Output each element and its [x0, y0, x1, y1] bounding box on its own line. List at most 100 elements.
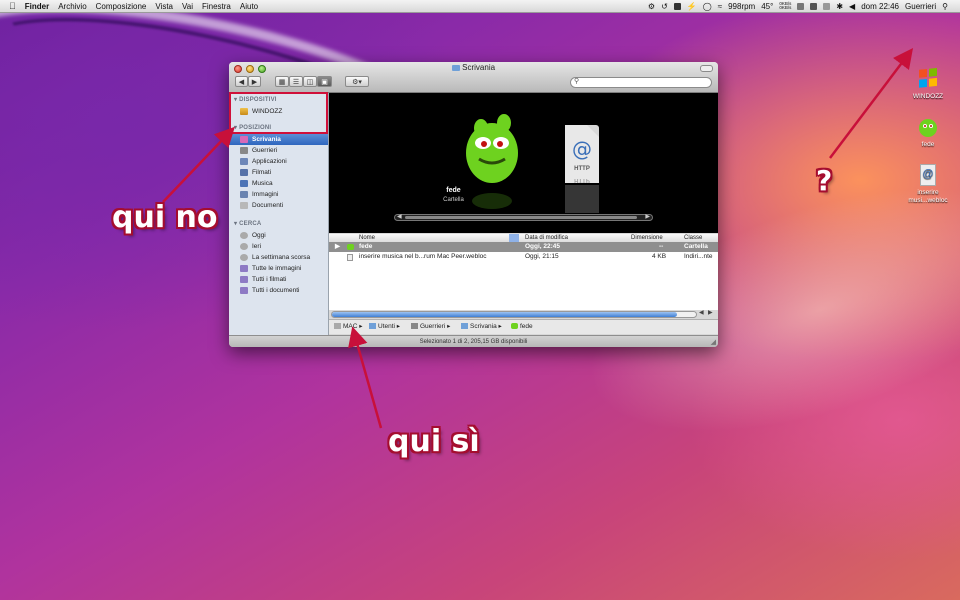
apple-menu-icon[interactable]: : [9, 1, 16, 11]
col-kind[interactable]: Classe: [684, 234, 702, 242]
search-field[interactable]: ⚲: [570, 77, 712, 88]
sidebar-item-applicazioni[interactable]: Applicazioni: [229, 156, 328, 167]
view-list-button[interactable]: ☰: [289, 76, 303, 87]
sidebar-header-search[interactable]: ▾ CERCA: [234, 220, 261, 227]
chat-bubble-icon[interactable]: ◯: [703, 2, 712, 11]
annotation-qui-si: qui sì: [388, 424, 480, 459]
back-button[interactable]: ◀: [235, 76, 248, 87]
spotlight-icon[interactable]: ⚲: [942, 2, 948, 11]
desktop-icon-webloc[interactable]: @ inserire musi...webloc: [903, 164, 953, 205]
desktop-icon-fede[interactable]: fede: [903, 116, 953, 148]
disclosure-triangle-icon[interactable]: ▾: [234, 221, 237, 227]
windows-logo-icon: [919, 68, 937, 88]
menu-archivio[interactable]: Archivio: [58, 2, 86, 11]
green-monster-icon: [919, 119, 937, 137]
row-date: Oggi, 21:15: [525, 253, 559, 260]
scroll-thumb[interactable]: [332, 312, 677, 317]
sidebar-item-label: Guerrieri: [252, 147, 278, 154]
sidebar-item-label: Scrivania: [252, 136, 281, 143]
sidebar-item-filmati[interactable]: Filmati: [229, 167, 328, 178]
sidebar-item-tutte-immagini[interactable]: Tutte le immagini: [229, 263, 328, 274]
menu-vista[interactable]: Vista: [155, 2, 173, 11]
webloc-glyph: @: [922, 168, 934, 180]
status-bar: Selezionato 1 di 2, 205,15 GB disponibil…: [229, 335, 718, 347]
menu-aiuto[interactable]: Aiuto: [240, 2, 258, 11]
volume-icon[interactable]: ◀: [849, 2, 855, 11]
row-name: inserire musica nel b...rum Mac Peer.web…: [359, 253, 487, 260]
action-menu-button[interactable]: ⚙▾: [345, 76, 369, 87]
status-icon[interactable]: [810, 2, 818, 10]
window-title: Scrivania: [462, 63, 496, 72]
sidebar-item-tutti-documenti[interactable]: Tutti i documenti: [229, 285, 328, 296]
view-columns-button[interactable]: ◫: [303, 76, 317, 87]
cover-flow-view[interactable]: @ fede Cartella HTTP HTTP ◀ ▶: [329, 93, 718, 233]
scroll-right-icon[interactable]: ▶: [708, 309, 713, 316]
table-row[interactable]: inserire musica nel b...rum Mac Peer.web…: [329, 252, 718, 262]
menu-clock[interactable]: dom 22:46: [861, 2, 899, 11]
path-crumb-fede[interactable]: fede: [511, 320, 533, 334]
time-machine-icon[interactable]: ↺: [661, 2, 668, 11]
scroll-right-icon[interactable]: ▶: [645, 213, 650, 220]
menu-vai[interactable]: Vai: [182, 2, 193, 11]
status-app-icon[interactable]: [673, 2, 681, 10]
menu-finestra[interactable]: Finestra: [202, 2, 231, 11]
sidebar-item-label: Tutti i filmati: [252, 276, 287, 283]
forward-button[interactable]: ▶: [248, 76, 261, 87]
arrow-qui-si: [348, 326, 383, 429]
menu-app-finder[interactable]: Finder: [25, 2, 49, 11]
net-down: 0KB/s: [779, 5, 792, 10]
scroll-left-icon[interactable]: ◀: [699, 309, 704, 316]
wifi-icon[interactable]: ≈: [718, 2, 722, 11]
sidebar-item-label: Applicazioni: [252, 158, 287, 165]
table-row[interactable]: ▶ fede Oggi, 22:45 -- Cartella: [329, 242, 718, 252]
scroll-left-icon[interactable]: ◀: [397, 213, 402, 220]
view-icons-button[interactable]: ▦: [275, 76, 289, 87]
sidebar-item-oggi[interactable]: Oggi: [229, 230, 328, 241]
sidebar-item-tutti-filmati[interactable]: Tutti i filmati: [229, 274, 328, 285]
col-size[interactable]: Dimensione: [631, 234, 663, 242]
window-titlebar[interactable]: Scrivania ◀ ▶ ▦ ☰ ◫ ▣ ⚙▾ ⚲: [229, 62, 718, 93]
disclosure-triangle-icon[interactable]: ▶: [335, 242, 340, 252]
status-icon[interactable]: [823, 2, 831, 10]
list-horizontal-scrollbar[interactable]: ◀ ▶: [331, 309, 716, 318]
scroll-thumb[interactable]: [405, 216, 637, 219]
sidebar-item-guerrieri[interactable]: Guerrieri: [229, 145, 328, 156]
home-icon: [240, 147, 248, 154]
path-crumb-utenti[interactable]: Utenti ▸: [369, 320, 400, 334]
green-monster-icon: [466, 114, 518, 209]
col-date[interactable]: Data di modifica: [525, 234, 568, 242]
folder-icon: [461, 323, 468, 330]
menu-user[interactable]: Guerrieri: [905, 2, 936, 11]
bolt-icon[interactable]: ⚡: [687, 2, 697, 11]
toolbar-toggle-button[interactable]: [700, 65, 713, 72]
cover-flow-scrollbar[interactable]: ◀ ▶: [394, 214, 653, 221]
window-title-wrap: Scrivania: [229, 63, 718, 72]
monitor-icon[interactable]: [797, 2, 805, 10]
documents-icon: [240, 202, 248, 209]
pictures-icon: [240, 191, 248, 198]
sidebar-item-label: Tutti i documenti: [252, 287, 300, 294]
smart-folder-icon: [240, 276, 248, 283]
crumb-label: Guerrieri: [420, 323, 446, 330]
sidebar-item-ieri[interactable]: Ieri: [229, 241, 328, 252]
sidebar-item-scrivania[interactable]: Scrivania: [229, 134, 328, 145]
resize-grip-icon[interactable]: ◢: [711, 338, 716, 346]
path-crumb-scrivania[interactable]: Scrivania ▸: [461, 320, 502, 334]
cpu-temp[interactable]: 45°: [761, 2, 773, 11]
path-crumb-guerrieri[interactable]: Guerrieri ▸: [411, 320, 450, 334]
view-coverflow-button[interactable]: ▣: [317, 76, 332, 87]
fan-speed[interactable]: 998rpm: [728, 2, 755, 11]
home-icon: [411, 323, 418, 330]
clock-icon: [240, 232, 248, 239]
bluetooth-icon[interactable]: ✱: [836, 2, 843, 11]
network-monitor[interactable]: 0KB/s 0KB/s: [779, 1, 792, 10]
col-name[interactable]: Nome: [359, 234, 375, 242]
music-icon: [240, 180, 248, 187]
annotation-question: ?: [816, 164, 833, 197]
path-crumb-mac[interactable]: MAC ▸: [334, 320, 363, 334]
row-kind: Cartella: [684, 243, 708, 250]
menu-extras-icon[interactable]: ⚙: [648, 2, 655, 11]
desktop-icon-windozz[interactable]: WINDOZZ: [903, 68, 953, 100]
menu-composizione[interactable]: Composizione: [96, 2, 147, 11]
sidebar-item-settimana[interactable]: La settimana scorsa: [229, 252, 328, 263]
